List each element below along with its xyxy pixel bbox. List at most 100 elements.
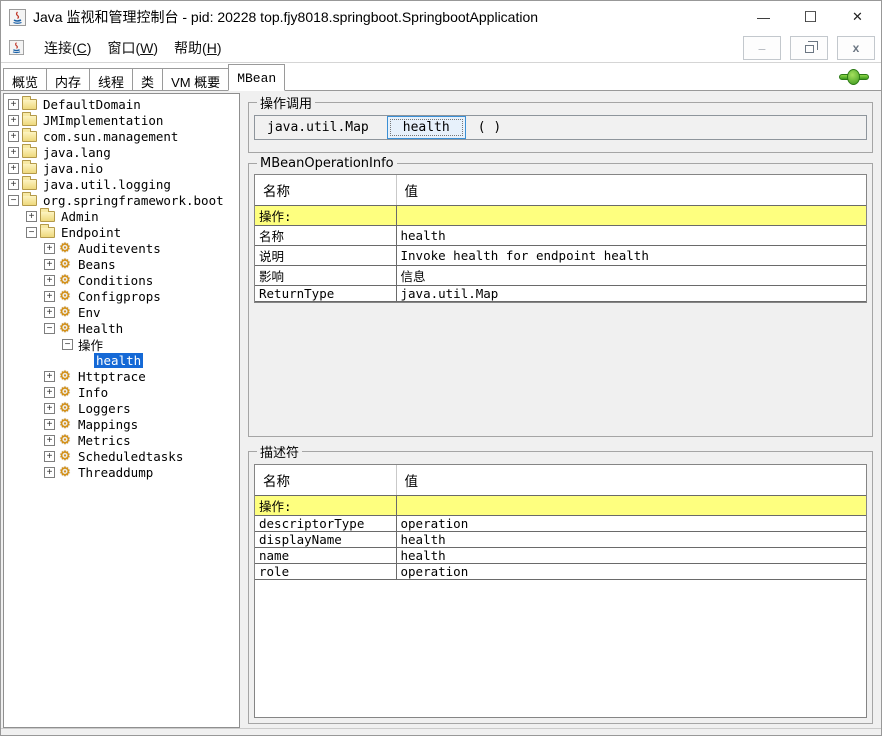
tree-item-jmimplementation: + JMImplementation [4,112,239,128]
expand-toggle-icon[interactable]: + [44,371,55,382]
table-header-row: 名称 值 [255,465,866,495]
collapse-toggle-icon[interactable]: − [44,323,55,334]
row-value-cell: health [396,225,866,245]
tree-item-label[interactable]: Admin [59,209,101,224]
tree-item-label[interactable]: Loggers [76,401,133,416]
tree-item-java-lang: + java.lang [4,144,239,160]
tree-item-label[interactable]: Conditions [76,273,155,288]
window-controls: — ☐ ✕ [740,1,881,33]
tree-item-label[interactable]: DefaultDomain [41,97,143,112]
expand-toggle-icon[interactable]: + [44,451,55,462]
expand-toggle-icon[interactable]: + [44,307,55,318]
tree-item-label[interactable]: Scheduledtasks [76,449,185,464]
expand-toggle-icon[interactable]: + [44,403,55,414]
collapse-toggle-icon[interactable]: − [8,195,19,206]
table-row[interactable]: 影响信息 [255,265,866,285]
menu-connection[interactable]: 连接(C) [41,36,94,60]
tab-overview[interactable]: 概览 [3,68,47,91]
mbean-icon: ⚙ [58,290,72,303]
expand-toggle-icon[interactable]: + [8,179,19,190]
table-row[interactable]: 说明Invoke health for endpoint health [255,245,866,265]
tree-item-label[interactable]: Info [76,385,110,400]
row-value-cell: health [396,547,866,563]
row-name-cell: 操作: [255,205,396,225]
expand-toggle-icon[interactable]: + [44,467,55,478]
tree-item-label[interactable]: java.util.logging [41,177,173,192]
tree-item-label[interactable]: Httptrace [76,369,148,384]
mbean-icon: ⚙ [58,258,72,271]
tree-item-label[interactable]: Endpoint [59,225,123,240]
tab-threads[interactable]: 线程 [89,68,133,91]
tree-item-label[interactable]: java.nio [41,161,105,176]
table-row[interactable]: displayNamehealth [255,531,866,547]
frame-minimize-button[interactable]: _ [743,36,781,60]
tree-item-label[interactable]: java.lang [41,145,113,160]
row-name-cell: 名称 [255,225,396,245]
tree-item-label[interactable]: Metrics [76,433,133,448]
frame-restore-button[interactable] [790,36,828,60]
expand-toggle-icon[interactable]: + [44,435,55,446]
expand-toggle-icon[interactable]: + [8,163,19,174]
tree-item-label[interactable]: Auditevents [76,241,163,256]
mbean-icon: ⚙ [58,418,72,431]
tab-memory[interactable]: 内存 [46,68,90,91]
tree-item-label[interactable]: Threaddump [76,465,155,480]
tree-item-label[interactable]: JMImplementation [41,113,165,128]
tree-item-label[interactable]: com.sun.management [41,129,180,144]
tree-item-conditions: +⚙Conditions [4,272,239,288]
row-name-cell: role [255,563,396,579]
invoke-health-button[interactable]: health [387,116,466,139]
tree-item-label[interactable]: Env [76,305,103,320]
mbean-operation-info-title: MBeanOperationInfo [257,156,397,171]
table-row[interactable]: roleoperation [255,563,866,579]
collapse-toggle-icon[interactable]: − [62,339,73,350]
tab-vm-summary[interactable]: VM 概要 [162,68,229,91]
table-row[interactable]: descriptorTypeoperation [255,515,866,531]
tree-item-label[interactable]: Configprops [76,289,163,304]
expand-toggle-icon[interactable]: + [26,211,37,222]
tab-classes[interactable]: 类 [132,68,163,91]
mbean-icon: ⚙ [58,434,72,447]
table-row[interactable]: 操作: [255,495,866,515]
expand-toggle-icon[interactable]: + [44,243,55,254]
tree-item-label[interactable]: health [94,353,143,368]
expand-toggle-icon[interactable]: + [8,99,19,110]
table-row[interactable]: ReturnTypejava.util.Map [255,285,866,301]
menu-help[interactable]: 帮助(H) [171,36,224,60]
descriptor-table: 名称 值 操作:descriptorTypeoperationdisplayNa… [255,465,866,580]
expand-toggle-icon[interactable]: + [44,387,55,398]
expand-toggle-icon[interactable]: + [44,259,55,270]
expand-toggle-icon[interactable]: + [44,291,55,302]
mbean-icon: ⚙ [58,370,72,383]
row-name-cell: displayName [255,531,396,547]
window-maximize-button[interactable]: ☐ [787,1,834,33]
table-row[interactable]: 名称health [255,225,866,245]
menu-window[interactable]: 窗口(W) [104,36,161,60]
status-bar [1,728,881,735]
operation-invocation-panel: java.util.Map health ( ) [254,115,867,140]
tab-mbean[interactable]: MBean [228,64,285,91]
expand-toggle-icon[interactable]: + [44,419,55,430]
table-row[interactable]: 操作: [255,205,866,225]
expand-toggle-icon[interactable]: + [44,275,55,286]
restore-icon [805,45,814,53]
tree-item-env: +⚙Env [4,304,239,320]
frame-close-button[interactable]: x [837,36,875,60]
window-close-button[interactable]: ✕ [834,1,881,33]
window-minimize-button[interactable]: — [740,1,787,33]
connected-plug-icon [839,69,869,85]
tree-item-label[interactable]: 操作 [76,335,105,354]
mbean-detail-panel: 操作调用 java.util.Map health ( ) MBeanOpera… [244,93,879,728]
table-row[interactable]: namehealth [255,547,866,563]
tree-item-label[interactable]: Mappings [76,417,140,432]
expand-toggle-icon[interactable]: + [8,147,19,158]
collapse-toggle-icon[interactable]: − [26,227,37,238]
tree-item-auditevents: +⚙Auditevents [4,240,239,256]
row-value-cell: operation [396,563,866,579]
expand-toggle-icon[interactable]: + [8,115,19,126]
tree-item-label[interactable]: org.springframework.boot [41,193,226,208]
row-value-cell: 信息 [396,265,866,285]
tree-item-label[interactable]: Beans [76,257,118,272]
tree-item-label[interactable]: Health [76,321,125,336]
expand-toggle-icon[interactable]: + [8,131,19,142]
